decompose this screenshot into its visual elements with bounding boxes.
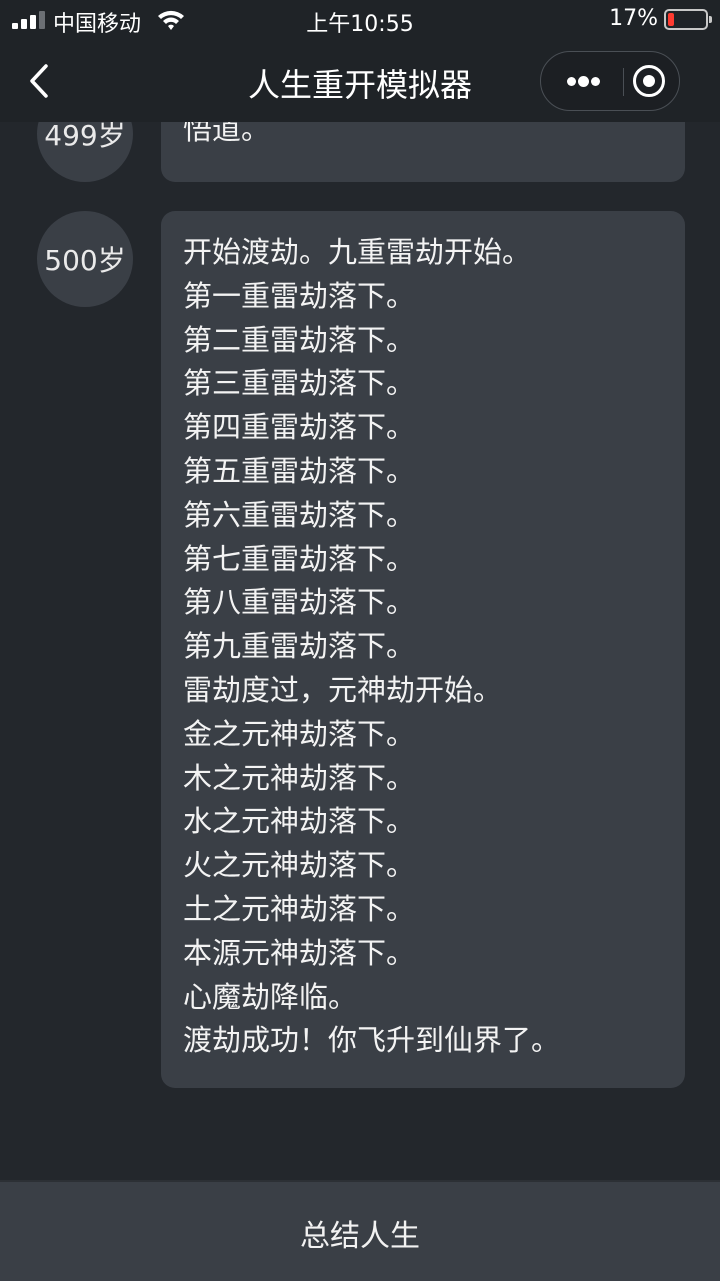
event-line: 火之元神劫落下。 — [183, 848, 416, 883]
event-line: 土之元神劫落下。 — [183, 891, 416, 926]
status-bar: 中国移动 上午10:55 17% — [0, 0, 720, 40]
more-button[interactable] — [541, 52, 623, 110]
app-screen: 499岁 悟道。 500岁 开始渡劫。九重雷劫开始。 第一重雷劫落下。 第二重雷劫落… — [0, 0, 720, 1281]
event-list[interactable]: 499岁 悟道。 500岁 开始渡劫。九重雷劫开始。 第一重雷劫落下。 第二重雷劫落… — [0, 0, 720, 1281]
event-line: 金之元神劫落下。 — [183, 716, 416, 751]
event-line: 第七重雷劫落下。 — [183, 541, 416, 576]
event-line: 第四重雷劫落下。 — [183, 410, 416, 445]
chevron-left-icon — [30, 64, 48, 98]
mini-program-capsule — [540, 51, 680, 111]
event-line: 第六重雷劫落下。 — [183, 497, 416, 532]
event-line: 水之元神劫落下。 — [183, 804, 416, 839]
nav-bar: 人生重开模拟器 — [0, 40, 720, 122]
event-line: 心魔劫降临。 — [183, 979, 358, 1014]
event-line: 木之元神劫落下。 — [183, 760, 416, 795]
battery-level — [668, 13, 674, 26]
battery-percent: 17% — [609, 6, 658, 31]
event-line: 开始渡劫。九重雷劫开始。 — [183, 235, 532, 269]
event-line: 第三重雷劫落下。 — [183, 366, 416, 401]
event-line: 第二重雷劫落下。 — [183, 322, 416, 357]
event-line: 第五重雷劫落下。 — [183, 453, 416, 488]
event-line: 第八重雷劫落下。 — [183, 585, 416, 620]
summarize-life-button[interactable]: 总结人生 — [0, 1182, 720, 1281]
event-line: 本源元神劫落下。 — [183, 935, 416, 970]
close-button[interactable] — [624, 52, 680, 110]
bottom-bar: 总结人生 — [0, 1180, 720, 1281]
battery-icon — [664, 9, 712, 30]
event-line: 渡劫成功！你飞升到仙界了。 — [183, 1023, 561, 1058]
back-button[interactable] — [18, 60, 62, 104]
event-line: 第一重雷劫落下。 — [183, 278, 416, 313]
event-card: 开始渡劫。九重雷劫开始。 第一重雷劫落下。 第二重雷劫落下。 第三重雷劫落下。 第四重雷… — [161, 211, 685, 1088]
age-badge: 500岁 — [37, 211, 133, 307]
event-line: 第九重雷劫落下。 — [183, 629, 416, 664]
event-line: 雷劫度过，元神劫开始。 — [183, 672, 503, 707]
